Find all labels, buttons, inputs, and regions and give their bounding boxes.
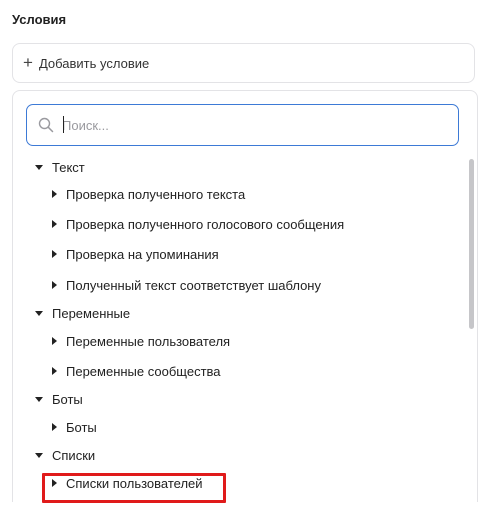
tree-item-check-voice-message[interactable]: Проверка полученного голосового сообщени…	[52, 214, 344, 234]
caret-down-icon	[35, 452, 43, 458]
dropdown-scrollbar[interactable]	[469, 159, 474, 329]
search-icon	[38, 117, 54, 133]
caret-right-icon	[52, 367, 57, 375]
tree-item-label: Боты	[66, 419, 97, 435]
tree-item-label: Списки пользователей	[66, 475, 203, 491]
tree-group-variables[interactable]: Переменные	[35, 303, 130, 323]
tree-item-label: Переменные сообщества	[66, 363, 221, 379]
caret-down-icon	[35, 396, 43, 402]
tree-item-check-mentions[interactable]: Проверка на упоминания	[52, 244, 219, 264]
caret-right-icon	[52, 281, 57, 289]
tree-item-label: Проверка полученного текста	[66, 186, 246, 202]
caret-down-icon	[35, 164, 43, 170]
caret-right-icon	[52, 423, 57, 431]
search-input[interactable]	[62, 117, 442, 133]
condition-dropdown: Текст Проверка полученного текста Провер…	[12, 90, 478, 502]
tree-item-label: Проверка полученного голосового сообщени…	[66, 216, 345, 232]
caret-right-icon	[52, 337, 57, 345]
tree-group-bots[interactable]: Боты	[35, 389, 83, 409]
tree-item-user-variables[interactable]: Переменные пользователя	[52, 331, 230, 351]
tree-group-label: Переменные	[52, 305, 131, 321]
caret-right-icon	[52, 479, 57, 487]
tree-group-lists[interactable]: Списки	[35, 445, 95, 465]
caret-right-icon	[52, 220, 57, 228]
search-field[interactable]	[26, 104, 459, 146]
add-condition-button[interactable]: + Добавить условие	[12, 43, 475, 83]
conditions-panel: Условия + Добавить условие Текст П	[0, 0, 489, 527]
caret-right-icon	[52, 190, 57, 198]
tree-item-check-received-text[interactable]: Проверка полученного текста	[52, 184, 245, 204]
tree-item-label: Проверка на упоминания	[66, 246, 219, 262]
caret-down-icon	[35, 310, 43, 316]
caret-right-icon	[52, 250, 57, 258]
tree-group-label: Текст	[52, 159, 85, 175]
tree-item-text-matches-pattern[interactable]: Полученный текст соответствует шаблону	[52, 275, 321, 295]
text-cursor	[63, 116, 64, 133]
add-condition-label: Добавить условие	[38, 55, 150, 71]
tree-item-community-variables[interactable]: Переменные сообщества	[52, 361, 221, 381]
tree-group-label: Боты	[52, 391, 83, 407]
tree-item-user-lists[interactable]: Списки пользователей	[52, 473, 203, 493]
tree-item-bots[interactable]: Боты	[52, 417, 97, 437]
tree-group-text[interactable]: Текст	[35, 157, 85, 177]
tree-group-label: Списки	[52, 447, 96, 463]
section-title: Условия	[12, 12, 67, 27]
tree-item-label: Переменные пользователя	[66, 333, 231, 349]
plus-icon: +	[23, 52, 33, 72]
tree-item-label: Полученный текст соответствует шаблону	[66, 277, 321, 293]
